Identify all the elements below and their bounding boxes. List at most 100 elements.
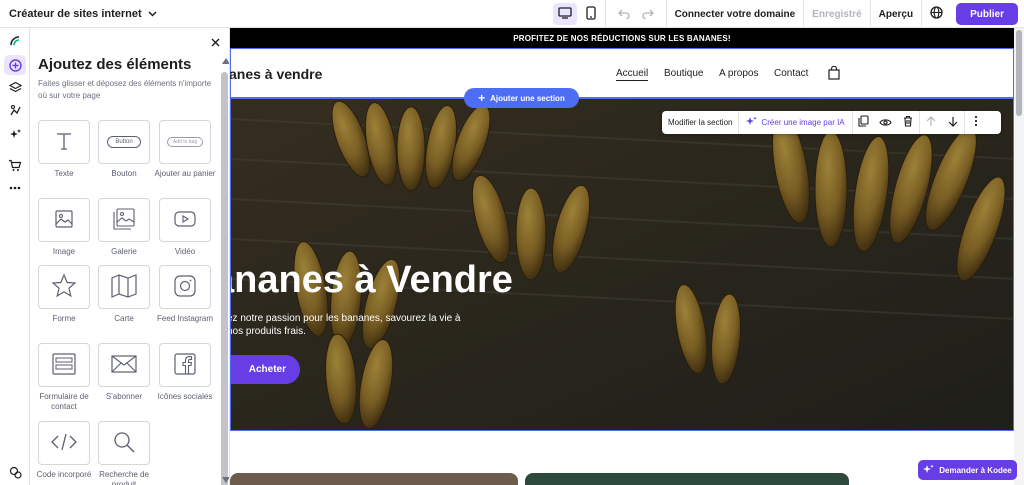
map-icon [111, 273, 137, 301]
nav-item-about[interactable]: A propos [719, 68, 758, 79]
element-tile-image[interactable] [38, 198, 90, 242]
layers-icon[interactable] [4, 77, 26, 97]
ai-tools-icon[interactable] [4, 124, 26, 144]
element-label: Image [52, 247, 76, 256]
trash-icon [903, 115, 913, 130]
panel-title: Ajoutez des éléments [38, 56, 192, 73]
arrow-down-icon [948, 116, 958, 130]
element-label: Formulaire de contact [39, 392, 89, 411]
scroll-up-arrow-icon[interactable] [222, 58, 229, 64]
add-section-button[interactable]: + Ajouter une section [464, 88, 579, 108]
element-tile-embed-code[interactable] [38, 421, 90, 465]
add-elements-icon[interactable] [4, 55, 26, 75]
element-tile-text[interactable] [38, 120, 90, 164]
canvas-scrollbar[interactable] [1014, 28, 1024, 485]
move-section-down-button[interactable] [942, 111, 964, 134]
nav-item-contact[interactable]: Contact [774, 68, 808, 79]
text-icon [54, 131, 74, 154]
canvas-scroll-thumb[interactable] [1016, 30, 1022, 116]
element-tile-button[interactable]: Button [98, 120, 150, 164]
element-label: Ajouter au panier [154, 169, 216, 178]
help-icon[interactable] [4, 462, 26, 482]
element-label: S'abonner [105, 392, 143, 401]
envelope-icon [111, 354, 137, 376]
create-ai-image-button[interactable]: Créer une image par IA [739, 116, 851, 129]
left-rail [0, 28, 30, 485]
site-canvas: PROFITEZ DE NOS RÉDUCTIONS SUR LES BANAN… [230, 28, 1024, 485]
shopping-bag-icon[interactable] [828, 65, 840, 83]
mobile-icon [585, 5, 596, 23]
button-icon: Button [107, 136, 141, 148]
element-tile-gallery[interactable] [98, 198, 150, 242]
element-tile-shape[interactable] [38, 265, 90, 309]
element-label: Texte [54, 169, 74, 178]
facebook-icon [174, 352, 196, 378]
styles-icon[interactable] [4, 100, 26, 120]
hero-buy-button[interactable]: Acheter [231, 355, 300, 384]
chevron-down-icon [148, 9, 157, 19]
globe-icon [929, 6, 943, 22]
delete-section-button[interactable] [897, 111, 919, 134]
panel-description: Faites glisser et déposez des éléments n… [38, 79, 212, 100]
scroll-down-arrow-icon[interactable] [222, 477, 229, 483]
hero-subtitle[interactable]: ez notre passion pour les bananes, savou… [231, 312, 467, 338]
element-tile-social-icons[interactable] [159, 343, 211, 387]
preview-button[interactable]: Aperçu [871, 9, 921, 20]
element-tile-contact-form[interactable] [38, 343, 90, 387]
redo-icon[interactable] [642, 7, 654, 22]
element-label: Recherche de produit [99, 470, 149, 485]
move-section-up-button[interactable] [920, 111, 942, 134]
plus-icon: + [478, 91, 486, 105]
builder-menu[interactable]: Créateur de sites internet [0, 0, 157, 27]
content-card[interactable] [525, 473, 849, 485]
scroll-thumb[interactable] [221, 72, 228, 485]
element-tile-product-search[interactable] [98, 421, 150, 465]
top-bar: Créateur de sites internet Connecter vot… [0, 0, 1024, 28]
undo-icon[interactable] [617, 7, 630, 22]
element-label: Forme [52, 314, 76, 323]
mobile-view-button[interactable] [579, 3, 603, 25]
element-label: Galerie [111, 247, 137, 256]
hide-section-button[interactable] [875, 111, 897, 134]
desktop-icon [557, 6, 572, 22]
code-icon [51, 433, 77, 454]
connect-domain-button[interactable]: Connecter votre domaine [667, 9, 804, 20]
site-header[interactable]: anes à vendre Accueil Boutique A propos … [230, 48, 1014, 98]
create-ai-image-label: Créer une image par IA [761, 118, 845, 127]
element-label: Vidéo [174, 247, 196, 256]
add-to-bag-icon: Add to bag [167, 137, 203, 147]
close-panel-button[interactable] [208, 35, 222, 49]
content-card[interactable] [230, 473, 518, 485]
panel-scrollbar[interactable] [220, 56, 229, 485]
ask-kodee-button[interactable]: Demander à Kodee [918, 460, 1017, 480]
hero-section[interactable]: ananes à Vendre ez notre passion pour le… [230, 98, 1014, 431]
store-cart-icon[interactable] [4, 155, 26, 175]
element-tile-map[interactable] [98, 265, 150, 309]
image-icon [54, 209, 74, 232]
video-icon [174, 210, 196, 230]
element-tile-add-to-cart[interactable]: Add to bag [159, 120, 211, 164]
form-icon [52, 352, 76, 378]
element-tile-subscribe[interactable] [98, 343, 150, 387]
logo-icon[interactable] [4, 31, 26, 51]
duplicate-section-button[interactable] [853, 111, 875, 134]
more-icon[interactable] [4, 178, 26, 198]
promo-banner[interactable]: PROFITEZ DE NOS RÉDUCTIONS SUR LES BANAN… [230, 28, 1014, 48]
duplicate-icon [858, 115, 869, 130]
hero-title[interactable]: ananes à Vendre [231, 259, 513, 302]
add-elements-panel: Ajoutez des éléments Faites glisser et d… [30, 28, 230, 485]
element-tile-video[interactable] [159, 198, 211, 242]
site-name[interactable]: anes à vendre [230, 66, 322, 82]
language-button[interactable] [922, 6, 950, 22]
element-label: Bouton [111, 169, 137, 178]
element-tile-instagram-feed[interactable] [159, 265, 211, 309]
arrow-up-icon [926, 115, 936, 130]
star-icon [51, 272, 77, 302]
gallery-icon [113, 207, 135, 233]
publish-button[interactable]: Publier [956, 3, 1018, 25]
edit-section-button[interactable]: Modifier la section [662, 118, 738, 127]
desktop-view-button[interactable] [552, 3, 577, 25]
nav-item-home[interactable]: Accueil [616, 68, 649, 81]
nav-item-shop[interactable]: Boutique [664, 68, 703, 79]
section-more-button[interactable] [965, 111, 987, 134]
